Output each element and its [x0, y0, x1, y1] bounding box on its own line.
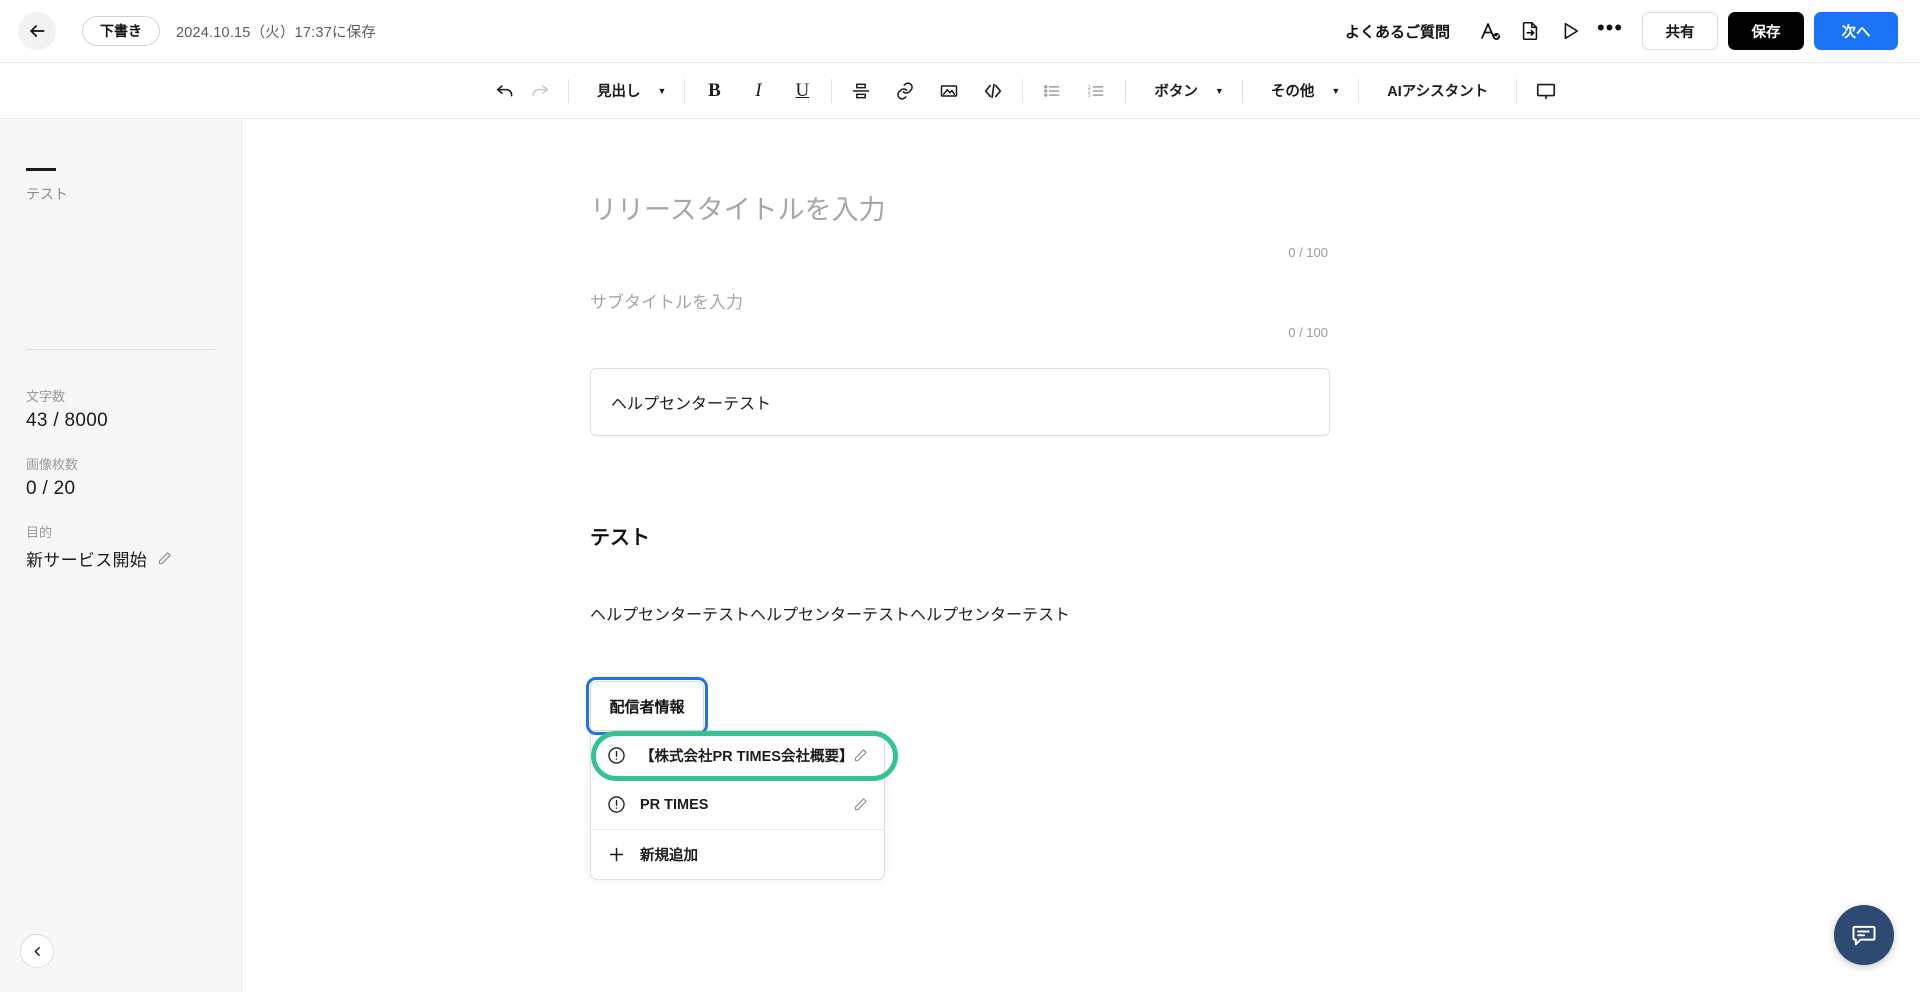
- sidebar-collapse-button[interactable]: [20, 934, 54, 968]
- distributor-option-label: PR TIMES: [640, 797, 853, 813]
- status-badge[interactable]: 下書き: [82, 16, 160, 46]
- char-count-value: 43 / 8000: [26, 410, 215, 432]
- image-count-value: 0 / 20: [26, 478, 215, 500]
- toolbar-divider: [1516, 79, 1517, 103]
- chevron-down-icon: ▼: [658, 86, 667, 96]
- header-actions: よくあるご質問 •••: [1345, 0, 1920, 62]
- toolbar-divider: [831, 79, 832, 103]
- bold-button[interactable]: B: [697, 74, 731, 108]
- pencil-icon[interactable]: [853, 797, 868, 812]
- distributor-add-new-button[interactable]: 新規追加: [591, 830, 884, 879]
- sidebar-title-dash: [26, 168, 56, 171]
- heading-dropdown[interactable]: 見出し ▼: [581, 74, 672, 108]
- underline-button[interactable]: U: [785, 74, 819, 108]
- distributor-info-block: 配信者情報 【株式会社PR TIMES会社概要】: [590, 681, 1330, 880]
- purpose-value: 新サービス開始: [26, 546, 147, 571]
- left-sidebar: テスト 文字数 43 / 8000 画像枚数 0 / 20 目的 新サービス開始: [0, 120, 242, 992]
- document-body: リリースタイトルを入力 0 / 100 サブタイトルを入力 0 / 100 ヘル…: [590, 120, 1330, 880]
- toolbar-divider: [1125, 79, 1126, 103]
- alert-circle-icon: [607, 795, 626, 814]
- redo-icon[interactable]: [522, 74, 556, 108]
- back-button[interactable]: [18, 12, 56, 50]
- button-dropdown-label: ボタン: [1144, 80, 1208, 101]
- image-count-label: 画像枚数: [26, 454, 215, 473]
- distributor-dropdown-panel: 【株式会社PR TIMES会社概要】: [590, 730, 885, 880]
- more-options-icon[interactable]: •••: [1590, 11, 1630, 51]
- body-heading[interactable]: テスト: [590, 521, 1330, 550]
- other-dropdown[interactable]: その他 ▼: [1255, 74, 1346, 108]
- subtitle-input[interactable]: サブタイトルを入力: [590, 288, 1330, 313]
- heading-label: 見出し: [587, 80, 651, 101]
- body-paragraph[interactable]: ヘルプセンターテストヘルプセンターテストヘルプセンターテスト: [590, 602, 1330, 629]
- lead-text: ヘルプセンターテスト: [611, 390, 771, 414]
- toolbar-divider: [1242, 79, 1243, 103]
- code-icon[interactable]: [976, 74, 1010, 108]
- horizontal-rule-icon[interactable]: [844, 74, 878, 108]
- chat-support-button[interactable]: [1834, 905, 1894, 965]
- numbered-list-icon[interactable]: 1 2 3: [1079, 74, 1113, 108]
- sidebar-subtitle: テスト: [26, 184, 215, 204]
- distributor-tab[interactable]: 配信者情報: [590, 681, 704, 731]
- sidebar-divider: [26, 349, 215, 350]
- save-button[interactable]: 保存: [1728, 12, 1804, 50]
- export-file-icon[interactable]: [1510, 11, 1550, 51]
- button-dropdown[interactable]: ボタン ▼: [1138, 74, 1229, 108]
- ai-assistant-button[interactable]: AIアシスタント: [1371, 74, 1504, 108]
- other-dropdown-label: その他: [1261, 80, 1325, 101]
- toolbar-divider: [1022, 79, 1023, 103]
- next-button[interactable]: 次へ: [1814, 12, 1898, 50]
- sidebar-stats: 文字数 43 / 8000 画像枚数 0 / 20 目的 新サービス開始: [26, 386, 215, 571]
- ai-assistant-label: AIアシスタント: [1377, 80, 1498, 101]
- chevron-left-icon: [31, 945, 44, 958]
- undo-icon[interactable]: [488, 74, 522, 108]
- app-root: 下書き 2024.10.15（火）17:37に保存 よくあるご質問: [0, 0, 1920, 992]
- link-icon[interactable]: [888, 74, 922, 108]
- italic-button[interactable]: I: [741, 74, 775, 108]
- distributor-option-company-profile[interactable]: 【株式会社PR TIMES会社概要】: [591, 731, 884, 780]
- alert-circle-icon: [607, 746, 626, 765]
- share-button[interactable]: 共有: [1642, 12, 1718, 50]
- plus-icon: [607, 845, 626, 864]
- purpose-row: 新サービス開始: [26, 546, 215, 571]
- editor-toolbar: 見出し ▼ B I U: [0, 63, 1920, 119]
- editor-canvas: リリースタイトルを入力 0 / 100 サブタイトルを入力 0 / 100 ヘル…: [242, 120, 1920, 992]
- pencil-icon[interactable]: [853, 748, 868, 763]
- preview-play-icon[interactable]: [1550, 11, 1590, 51]
- purpose-label: 目的: [26, 522, 215, 541]
- lead-text-box[interactable]: ヘルプセンターテスト: [590, 368, 1330, 436]
- char-count-label: 文字数: [26, 386, 215, 405]
- release-title-input[interactable]: リリースタイトルを入力: [590, 188, 1330, 233]
- distributor-option-pr-times[interactable]: PR TIMES: [591, 780, 884, 829]
- bullet-list-icon[interactable]: [1035, 74, 1069, 108]
- app-header: 下書き 2024.10.15（火）17:37に保存 よくあるご質問: [0, 0, 1920, 63]
- spellcheck-icon[interactable]: [1470, 11, 1510, 51]
- image-icon[interactable]: [932, 74, 966, 108]
- arrow-left-icon: [27, 21, 47, 41]
- faq-link[interactable]: よくあるご質問: [1345, 21, 1450, 42]
- title-counter: 0 / 100: [590, 245, 1330, 260]
- chat-bubble-icon: [1850, 921, 1878, 949]
- distributor-option-label: 【株式会社PR TIMES会社概要】: [640, 745, 853, 766]
- chevron-down-icon: ▼: [1215, 86, 1224, 96]
- chevron-down-icon: ▼: [1331, 86, 1340, 96]
- add-new-label: 新規追加: [640, 844, 868, 865]
- monitor-preview-icon[interactable]: [1529, 74, 1563, 108]
- svg-text:3: 3: [1088, 92, 1091, 98]
- pencil-icon[interactable]: [157, 551, 172, 566]
- toolbar-divider: [568, 79, 569, 103]
- saved-timestamp: 2024.10.15（火）17:37に保存: [176, 21, 376, 42]
- subtitle-counter: 0 / 100: [590, 325, 1330, 340]
- toolbar-divider: [1358, 79, 1359, 103]
- toolbar-divider: [684, 79, 685, 103]
